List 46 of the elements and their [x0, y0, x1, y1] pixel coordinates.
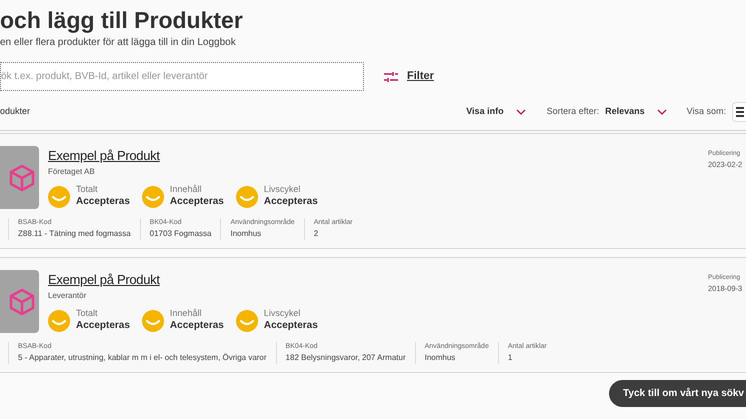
product-link[interactable]: Exempel på Produkt: [48, 272, 318, 288]
chevron-down-icon: [516, 108, 526, 114]
field-value: Inomhus: [424, 352, 456, 364]
sort-dropdown[interactable]: Relevans: [605, 104, 667, 118]
rating-label: Innehåll: [170, 184, 202, 195]
chevron-down-icon: [656, 108, 667, 114]
rating-value: Accepteras: [76, 319, 130, 333]
supplier-name: Företaget AB: [48, 167, 96, 177]
field-value: Z88.11 - Tätning med fogmassa: [18, 228, 131, 240]
field-value: Inomhus: [230, 228, 262, 240]
rating-value: Accepteras: [170, 195, 224, 209]
rating-value: Accepteras: [264, 195, 318, 209]
smiley-icon: [142, 186, 164, 208]
supplier-name: Leverantör: [48, 291, 88, 301]
visa-info-dropdown[interactable]: Visa info: [466, 104, 526, 118]
smiley-icon: [236, 186, 258, 208]
search-field[interactable]: ök t.ex. produkt, BVB-Id, artikel eller leverantör: [0, 62, 364, 91]
smiley-icon: [236, 310, 258, 332]
box-icon: [9, 164, 35, 192]
smiley-icon: [48, 186, 70, 208]
field-value: 1: [508, 352, 514, 364]
smiley-icon: [142, 310, 164, 332]
rating-label: Totalt: [76, 308, 99, 319]
sort-label: Sortera efter:: [546, 104, 600, 118]
rating-label: Totalt: [76, 184, 99, 195]
page-title: och lägg till Produkter: [0, 6, 244, 34]
rating-value: Accepteras: [264, 319, 318, 333]
field-value: 2: [314, 228, 320, 240]
view-label: Visa som:: [686, 104, 726, 118]
field-value: 01703 Fogmassa: [150, 228, 212, 240]
feedback-button[interactable]: Tyck till om vårt nya sökv: [609, 380, 746, 407]
field-value: 5 - Apparater, utrustning, kablar m m i el- och telesystem, Övriga varor: [18, 352, 267, 364]
filter-button[interactable]: Filter: [407, 68, 434, 85]
page-subtitle: en eller flera produkter för att lägga till in din Loggbok: [0, 36, 237, 49]
list-view-toggle[interactable]: [732, 102, 746, 122]
rating-value: Accepteras: [170, 319, 224, 333]
rating-label: Livscykel: [264, 184, 302, 195]
product-count: odukter: [0, 104, 30, 118]
sliders-icon[interactable]: [384, 70, 398, 82]
rating-label: Livscykel: [264, 308, 302, 319]
rating-value: Accepteras: [76, 195, 130, 209]
field-value: 182 Belysningsvaror, 207 Armatur: [286, 352, 406, 364]
smiley-icon: [48, 310, 70, 332]
product-link[interactable]: Exempel på Produkt: [48, 148, 318, 164]
rating-label: Innehåll: [170, 308, 202, 319]
box-icon: [9, 288, 35, 316]
